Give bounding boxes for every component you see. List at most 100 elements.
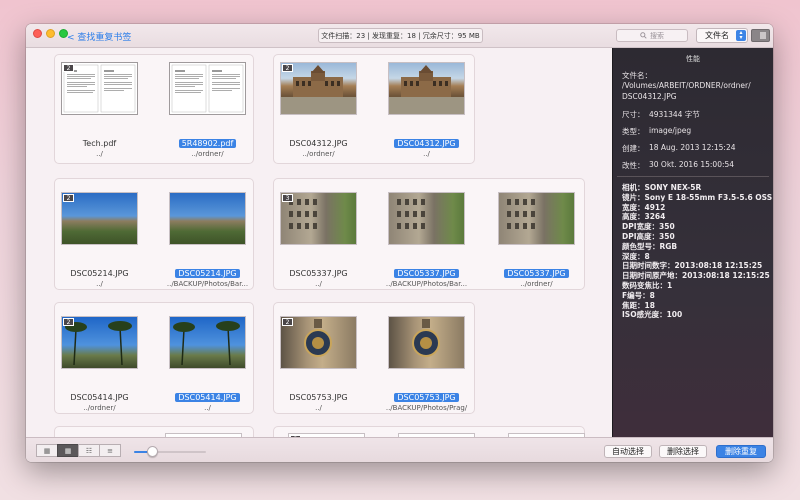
photo-thumbnail: 3	[280, 192, 357, 245]
file-name-text: DSC05337.JPG	[289, 269, 348, 278]
zoom-slider-knob[interactable]	[147, 446, 158, 457]
photo-thumbnail: 2	[61, 192, 138, 245]
divider	[617, 176, 769, 177]
file-item[interactable]: DSC04312.JPG ../	[384, 55, 465, 163]
file-path: ../	[204, 404, 211, 412]
file-item[interactable]: DSC05414.JPG ../	[165, 309, 246, 417]
chevron-updown-icon: ▴ ▾	[736, 30, 746, 41]
duplicate-count-badge: 3	[282, 194, 293, 202]
pdf-thumbnail: 2	[61, 62, 138, 115]
file-item[interactable]: 5R48902.pdf ../ordner/	[165, 55, 246, 163]
created-value: 18 Aug. 2013 12:15:24	[649, 143, 736, 152]
file-name-selected: DSC05214.JPG	[175, 269, 240, 278]
zoom-slider[interactable]	[134, 451, 206, 453]
file-path: ../ordner/	[302, 150, 335, 158]
file-path: ../	[315, 404, 322, 412]
duplicate-count-badge: 2	[282, 64, 293, 72]
sort-select[interactable]: 文件名 ▴ ▾	[696, 28, 748, 43]
view-list-button[interactable]: ≡	[99, 444, 121, 457]
view-grid-small-button[interactable]: ▦	[36, 444, 58, 457]
title-bar: < 查找重复书签 文件扫描：23 | 发现重复：18 | 冗余尺寸：95 MB …	[26, 24, 773, 48]
file-name: DSC04312.JPG	[276, 139, 361, 148]
file-path: ../	[315, 280, 322, 288]
search-placeholder: 搜索	[650, 31, 664, 40]
file-name: DSC05214.JPG	[165, 269, 250, 278]
duplicate-group: 2 DSC05414.JPG ../ordner/ DSC05414.JPG .…	[54, 302, 254, 414]
file-name: DSC05753.JPG	[276, 393, 361, 402]
file-path-line1: /Volumes/ARBEIT/ORDNER/ordner/	[622, 81, 751, 90]
sidebar-icon	[760, 32, 766, 39]
file-path: ../	[423, 150, 430, 158]
search-input[interactable]: 搜索	[616, 29, 688, 42]
file-name-text: DSC05414.JPG	[70, 393, 129, 402]
photo-thumbnail	[388, 192, 465, 245]
photo-thumbnail: 2	[280, 316, 357, 369]
file-name-text: DSC04312.JPG	[289, 139, 348, 148]
file-item[interactable]: 2 DSC05414.JPG ../ordner/	[57, 309, 138, 417]
close-window-button[interactable]	[33, 29, 42, 38]
file-name-selected: DSC05753.JPG	[394, 393, 459, 402]
file-name-text: DSC05214.JPG	[70, 269, 129, 278]
back-link[interactable]: < 查找重复书签	[67, 30, 131, 43]
sort-select-value: 文件名	[705, 31, 729, 40]
view-grid-large-button[interactable]: ▦	[57, 444, 79, 457]
file-name: DSC05414.JPG	[165, 393, 250, 402]
minimize-window-button[interactable]	[46, 29, 55, 38]
file-item[interactable]: 3 DSC05337.JPG ../	[276, 185, 357, 293]
scan-stats: 文件扫描：23 | 发现重复：18 | 冗余尺寸：95 MB	[318, 28, 483, 43]
type-value: image/jpeg	[649, 126, 692, 135]
file-path: ../	[96, 280, 103, 288]
auto-select-button[interactable]: 自动选择	[604, 445, 652, 458]
exif-line: ISO感光度：100	[622, 310, 683, 320]
file-name: DSC05753.JPG	[384, 393, 469, 402]
file-item[interactable]: 2 DSC05214.JPG ../	[57, 185, 138, 293]
file-item[interactable]: DSC05214.JPG ../BACKUP/Photos/Bar...	[165, 185, 248, 293]
file-item[interactable]: 2 DSC04312.JPG ../ordner/	[276, 55, 357, 163]
file-item[interactable]: DSC05337.JPG ../ordner/	[494, 185, 575, 293]
file-item[interactable]: DSC05753.JPG ../BACKUP/Photos/Prag/	[384, 309, 467, 417]
file-name-label: 文件名：	[622, 71, 652, 80]
file-path: ../	[96, 150, 103, 158]
app-window: < 查找重复书签 文件扫描：23 | 发现重复：18 | 冗余尺寸：95 MB …	[26, 24, 773, 462]
duplicate-count-badge: 2	[63, 194, 74, 202]
file-path: ../BACKUP/Photos/Bar...	[385, 280, 468, 288]
duplicate-group: 2 DSC05214.JPG ../ DSC05214.JPG ../BACKU…	[54, 178, 254, 290]
file-name: Tech.pdf	[57, 139, 142, 148]
file-name-selected: 5R48902.pdf	[178, 139, 237, 148]
file-path: ../ordner/	[191, 150, 224, 158]
view-mode-group: ▦ ▦ ☷ ≡	[36, 444, 121, 457]
file-path: ../ordner/	[83, 404, 116, 412]
delete-duplicates-button[interactable]: 删除重复	[716, 445, 766, 458]
duplicate-group: 3	[273, 426, 585, 437]
photo-thumbnail	[498, 192, 575, 245]
duplicate-group: 2 DSC05753.JPG ../ DSC05753.JPG ../BACKU…	[273, 302, 475, 414]
size-label: 尺寸：	[622, 110, 645, 119]
search-icon	[640, 32, 647, 39]
file-name-selected: DSC05337.JPG	[504, 269, 569, 278]
deselect-button[interactable]: 删除选择	[659, 445, 707, 458]
info-panel: 性能 文件名： /Volumes/ARBEIT/ORDNER/ordner/ D…	[612, 48, 773, 437]
file-name-text: Tech.pdf	[82, 139, 117, 148]
duplicate-group: 2 DSC04312.JPG ../ordner/ DSC04312.JPG .…	[273, 54, 475, 164]
view-tree-button[interactable]: ☷	[78, 444, 100, 457]
file-name: DSC05414.JPG	[57, 393, 142, 402]
type-label: 类型：	[622, 127, 645, 136]
duplicate-groups-area: 2 Tech.pdf ../ 5R48902.pdf ../ordner/ 2	[26, 48, 612, 437]
duplicate-count-badge: 2	[282, 318, 293, 326]
photo-thumbnail: 2	[61, 316, 138, 369]
photo-thumbnail: 2	[280, 62, 357, 115]
file-item[interactable]: 2 Tech.pdf ../	[57, 55, 138, 163]
modified-label: 改性：	[622, 161, 645, 170]
file-name: DSC05337.JPG	[384, 269, 469, 278]
info-panel-toggle-button[interactable]	[751, 29, 770, 42]
file-path-line2: DSC04312.JPG	[622, 92, 677, 101]
file-name: DSC04312.JPG	[384, 139, 469, 148]
info-panel-title: 性能	[686, 55, 700, 63]
file-path: ../ordner/	[520, 280, 553, 288]
duplicate-count-badge: 2	[63, 318, 74, 326]
file-name: DSC05337.JPG	[494, 269, 579, 278]
file-name-selected: DSC04312.JPG	[394, 139, 459, 148]
file-item[interactable]: 2 DSC05753.JPG ../	[276, 309, 357, 417]
file-item[interactable]: DSC05337.JPG ../BACKUP/Photos/Bar...	[384, 185, 467, 293]
file-path: ../BACKUP/Photos/Bar...	[166, 280, 249, 288]
